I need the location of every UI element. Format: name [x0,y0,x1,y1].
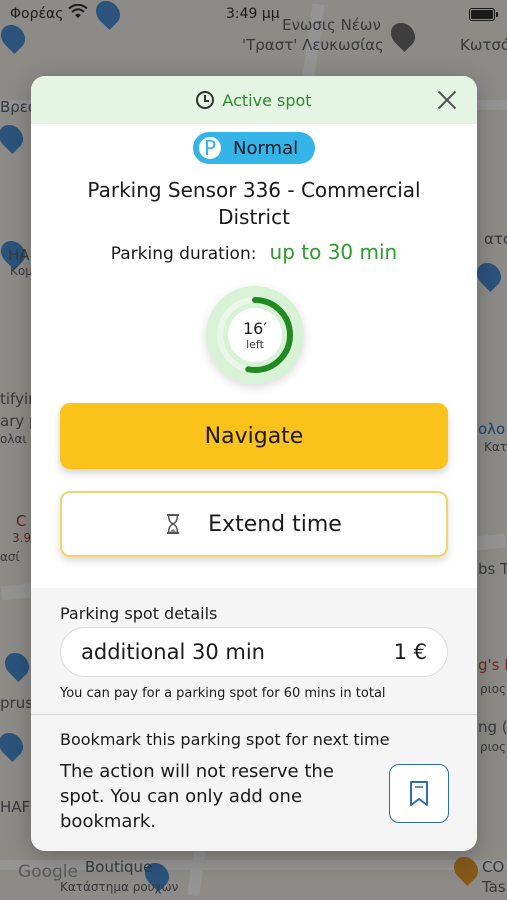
close-icon[interactable] [435,88,459,112]
extend-time-button[interactable]: Extend time [60,491,448,557]
parking-duration: Parking duration: up to 30 min [31,240,477,264]
spot-name: Parking Sensor 336 - Commercial District [87,178,421,229]
timer-center: 16′ left [228,308,282,362]
remaining-time-gauge: 16′ left [206,286,304,384]
bookmark-button[interactable] [389,764,449,823]
details-note: You can pay for a parking spot for 60 mi… [60,686,386,701]
navigate-button[interactable]: Navigate [60,403,448,469]
duration-value: up to 30 min [269,240,398,264]
card-header: Active spot [31,76,477,124]
details-title: Parking spot details [60,604,218,623]
battery-icon [469,8,498,21]
hourglass-icon [166,514,180,534]
active-spot-card: Active spot P Normal Parking Sensor 336 … [31,76,477,851]
minutes-left-label: left [246,337,264,351]
duration-label: Parking duration: [110,244,257,264]
parking-spot-details: Parking spot details additional 30 min 1… [31,588,477,714]
parking-icon: P [197,135,223,161]
header-title: Active spot [222,90,312,110]
minutes-left: 16′ [243,318,267,338]
carrier-label: Φορέας [10,6,64,22]
wifi-icon [68,3,88,24]
clock-icon [196,91,215,109]
extension-option[interactable]: additional 30 min 1 € [60,627,448,677]
extension-option-price: 1 € [393,640,427,664]
zone-badge-label: Normal [233,137,299,159]
status-time: 3:49 μμ [226,6,280,22]
bookmark-text: The action will not reserve the spot. Yo… [60,761,334,832]
status-bar: Φορέας 3:49 μμ [0,0,507,30]
google-logo: Google [18,862,78,882]
extension-option-label: additional 30 min [81,640,265,664]
bookmark-title: Bookmark this parking spot for next time [60,730,390,749]
bookmark-icon [410,780,428,806]
zone-badge: P Normal [193,132,315,164]
bookmark-section: Bookmark this parking spot for next time… [31,715,477,851]
extend-time-label: Extend time [208,511,342,537]
